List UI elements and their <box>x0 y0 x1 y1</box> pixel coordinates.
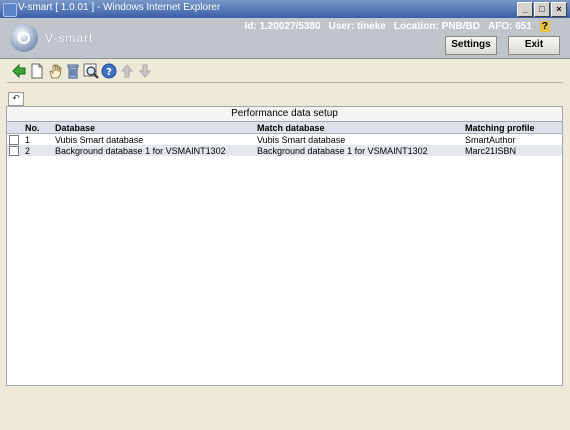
settings-button[interactable]: Settings <box>445 36 497 55</box>
column-header-database: Database <box>53 122 255 134</box>
cell-no: 1 <box>25 134 31 145</box>
performance-data-panel: Performance data setup No. Database Matc… <box>6 106 563 386</box>
vsmart-logo-icon <box>10 24 38 52</box>
brand-name: V-smart <box>45 31 94 45</box>
session-afo: AFO: 651 <box>487 21 532 32</box>
cell-database: Background database 1 for VSMAINT1302 <box>53 145 255 156</box>
cell-profile: Marc21ISBN <box>463 145 562 156</box>
row-select-cell <box>7 145 23 156</box>
column-header-match-database: Match database <box>255 122 463 134</box>
cell-match-database: Vubis Smart database <box>257 134 346 145</box>
exit-button[interactable]: Exit <box>508 36 560 55</box>
performance-table: No. Database Match database Matching pro… <box>7 122 562 156</box>
cell-database: Vubis Smart database <box>55 134 144 145</box>
window-controls: _ □ × <box>517 2 567 17</box>
back-arrow-icon[interactable] <box>11 63 27 79</box>
new-document-icon[interactable] <box>29 63 45 79</box>
hand-select-icon[interactable] <box>47 63 63 79</box>
minimize-button[interactable]: _ <box>517 2 533 17</box>
cell-match-database: Background database 1 for VSMAINT1302 <box>255 145 463 156</box>
row-select-cell <box>7 134 23 146</box>
column-header-no: No. <box>23 122 53 134</box>
maximize-button[interactable]: □ <box>534 2 550 17</box>
help-icon[interactable]: ? <box>101 63 117 79</box>
row-checkbox[interactable] <box>9 134 19 145</box>
table-header-row: No. Database Match database Matching pro… <box>7 122 562 134</box>
app-header: V-smart Id: 1.20027/5380 User: tineke Lo… <box>0 18 570 59</box>
cell-profile: SmartAuthor <box>465 134 516 145</box>
select-column-header <box>7 122 23 134</box>
toolbar: ? <box>7 60 563 83</box>
window-title-bar: V-smart [ 1.0.01 ] - Windows Internet Ex… <box>0 0 570 18</box>
search-icon[interactable] <box>83 63 99 79</box>
row-checkbox[interactable] <box>9 145 19 156</box>
session-id: Id: 1.20027/5380 <box>244 21 321 32</box>
down-arrow-icon <box>138 64 152 78</box>
column-header-matching-profile: Matching profile <box>463 122 562 134</box>
app-icon <box>3 3 17 17</box>
close-button[interactable]: × <box>551 2 567 17</box>
svg-text:?: ? <box>106 67 112 78</box>
session-location: Location: PNB/BD <box>393 21 480 32</box>
session-info: Id: 1.20027/5380 User: tineke Location: … <box>244 21 550 32</box>
table-row[interactable]: 2 Background database 1 for VSMAINT1302 … <box>7 145 562 156</box>
table-row[interactable]: 1 Vubis Smart database Vubis Smart datab… <box>7 134 562 146</box>
undo-button[interactable]: ↶ <box>8 92 24 106</box>
help-link-icon[interactable]: ? <box>539 21 550 32</box>
panel-title: Performance data setup <box>7 107 562 122</box>
session-user: User: tineke <box>328 21 386 32</box>
trash-icon[interactable] <box>65 63 81 79</box>
window-title: V-smart [ 1.0.01 ] - Windows Internet Ex… <box>18 2 221 13</box>
cell-no: 2 <box>23 145 53 156</box>
up-arrow-icon <box>120 64 134 78</box>
